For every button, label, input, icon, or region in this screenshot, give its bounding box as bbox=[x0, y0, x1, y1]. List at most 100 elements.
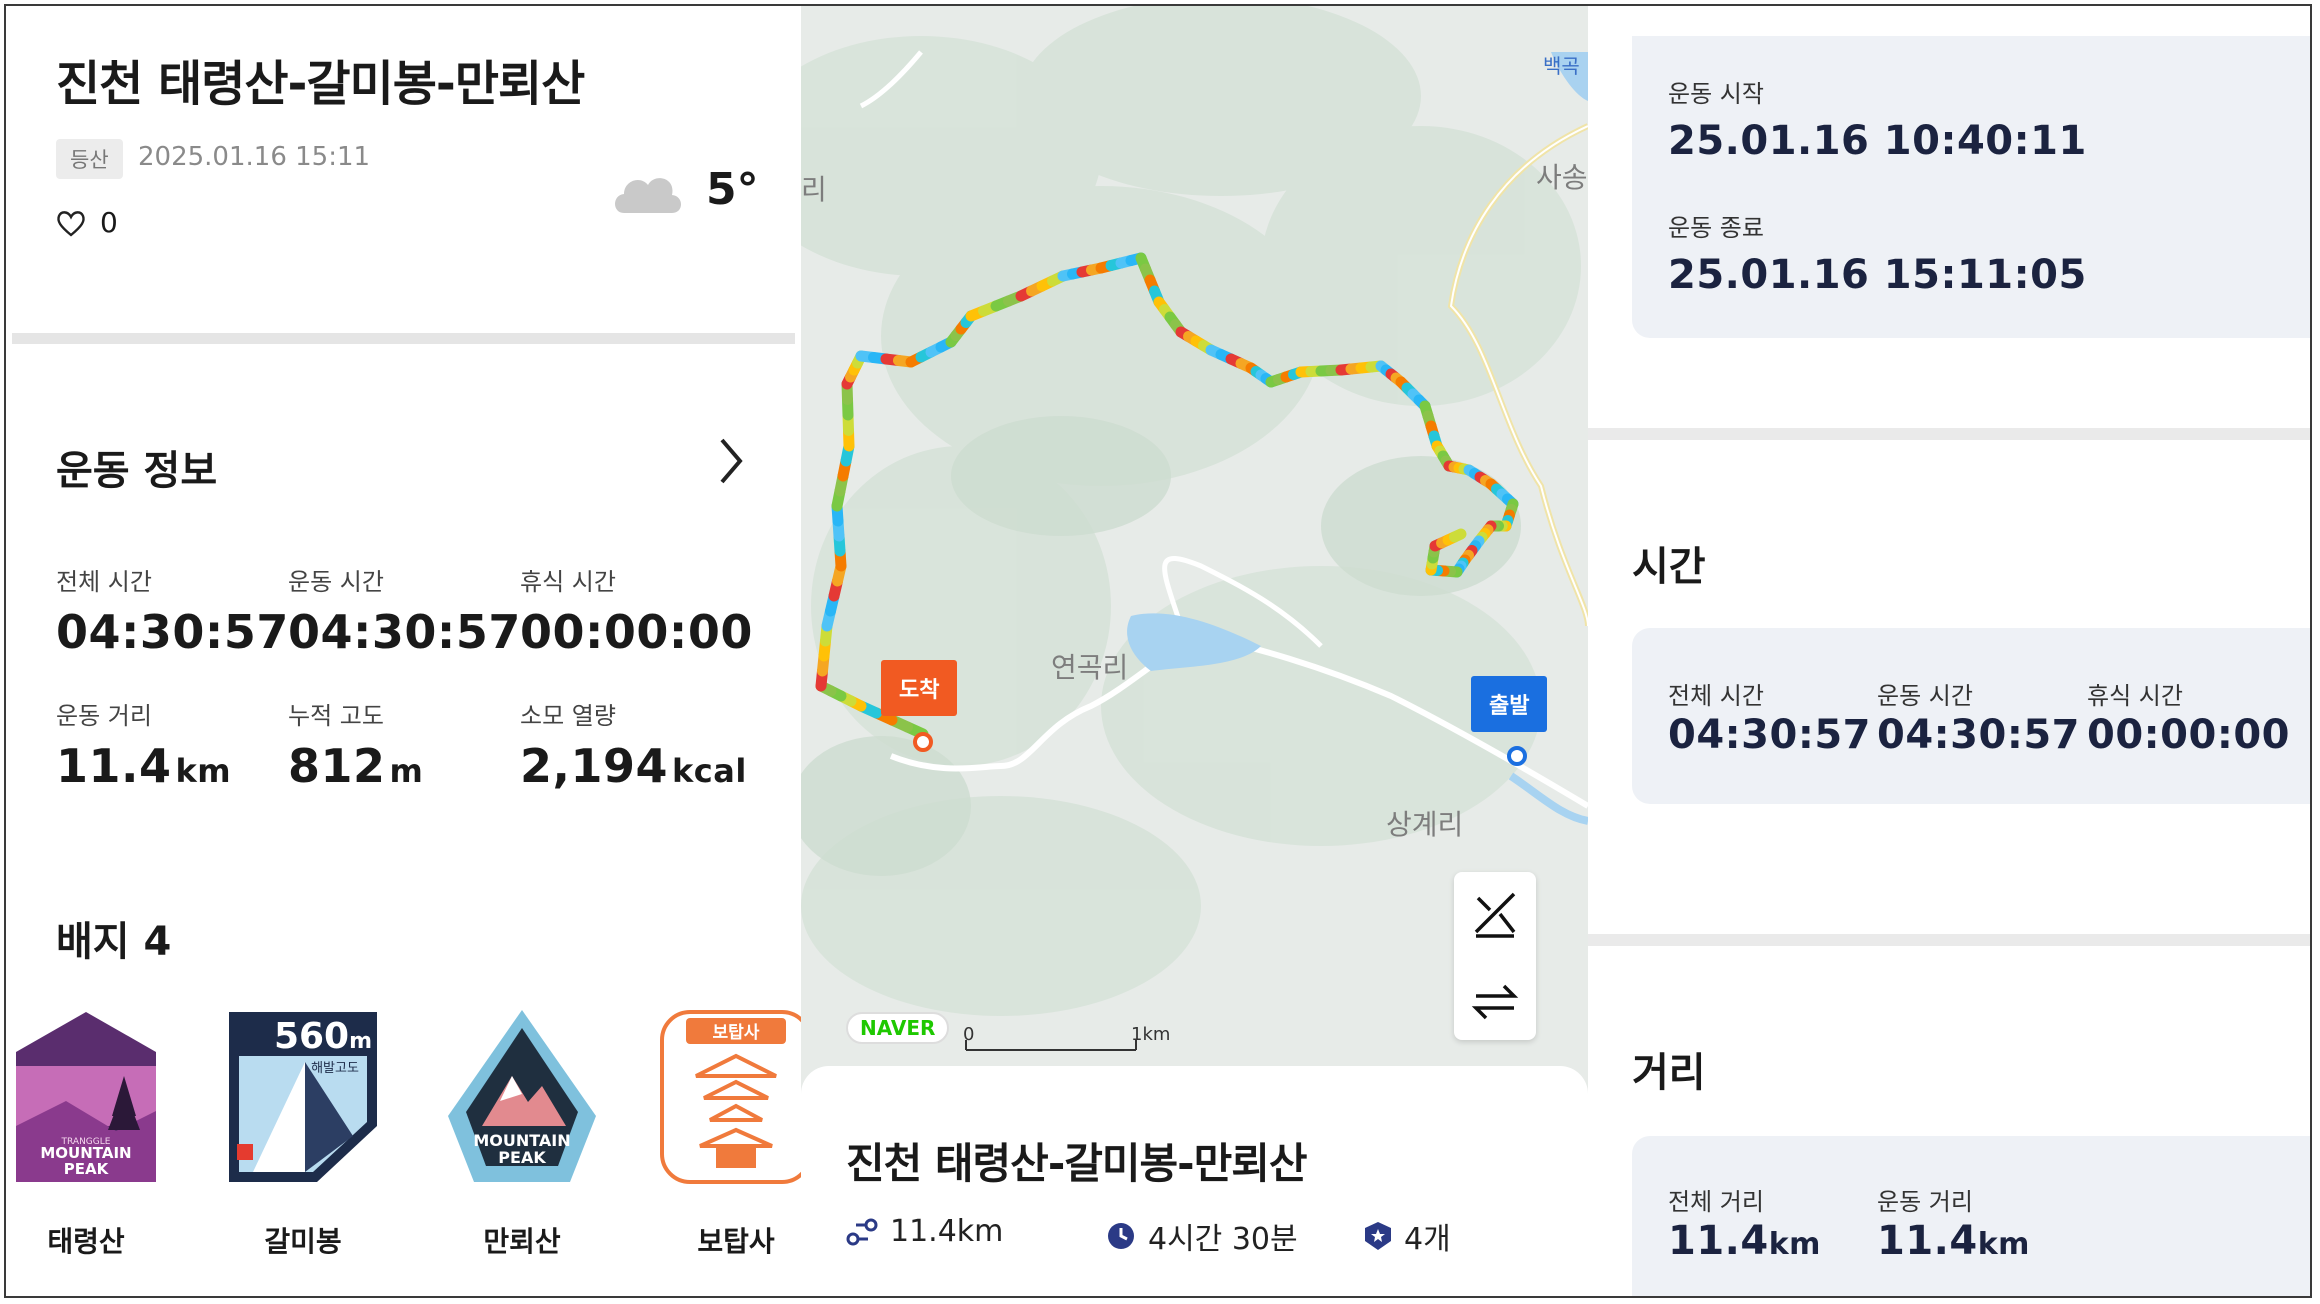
map-scale: 0 1km bbox=[963, 1024, 1170, 1045]
stat-label: 운동 거리 bbox=[56, 702, 152, 730]
badge-name: 갈미봉 bbox=[264, 1225, 342, 1258]
place-label: 사송 bbox=[1536, 161, 1588, 194]
start-pin[interactable]: 출발 bbox=[1471, 676, 1548, 732]
end-point-marker bbox=[913, 732, 933, 752]
place-label: 백곡 bbox=[1543, 54, 1580, 78]
end-label: 운동 종료 bbox=[1668, 214, 1764, 242]
route-duration: 4시간 30분 bbox=[1106, 1214, 1298, 1258]
badge-text: 해발고도 bbox=[311, 1061, 359, 1076]
like-button[interactable]: 0 bbox=[56, 206, 118, 239]
stat-calories: 소모 열량 2,194 kcal bbox=[520, 696, 747, 793]
swap-direction-icon[interactable] bbox=[1454, 960, 1536, 1044]
time-total-label: 전체 시간 bbox=[1668, 682, 1764, 710]
like-count: 0 bbox=[100, 206, 118, 239]
route-badges-value: 4개 bbox=[1404, 1222, 1451, 1257]
chevron-right-icon[interactable] bbox=[716, 436, 746, 486]
dist-unit: km bbox=[1977, 1227, 2030, 1262]
stat-unit: kcal bbox=[672, 752, 747, 790]
elevation-toggle-icon[interactable] bbox=[1454, 872, 1536, 956]
time-rest-label: 휴식 시간 bbox=[2087, 682, 2183, 710]
distance-card: 전체 거리 11.4km 운동 거리 11.4km bbox=[1632, 1136, 2310, 1296]
place-label: 리 bbox=[801, 173, 827, 206]
scale-start: 0 bbox=[963, 1024, 975, 1045]
badge-text: PEAK bbox=[64, 1160, 110, 1178]
distance-section-title: 거리 bbox=[1632, 1050, 1706, 1096]
time-move-label: 운동 시간 bbox=[1877, 682, 1973, 710]
badge-galmibong[interactable]: 560m 해발고도 bbox=[223, 1006, 383, 1186]
time-move-value: 04:30:57 bbox=[1877, 712, 2080, 758]
stat-rest-time: 휴식 시간 00:00:00 bbox=[520, 562, 753, 659]
badge-height-unit: m bbox=[349, 1029, 372, 1054]
app-frame: 진천 태령산-갈미봉-만뢰산 등산 2025.01.16 15:11 0 5° … bbox=[4, 4, 2312, 1298]
badges-title: 배지 4 bbox=[56, 919, 172, 965]
stat-total-time: 전체 시간 04:30:57 bbox=[56, 562, 289, 659]
activity-summary-panel: 진천 태령산-갈미봉-만뢰산 등산 2025.01.16 15:11 0 5° … bbox=[6, 6, 801, 1296]
stat-unit: m bbox=[389, 752, 424, 790]
dist-total-label: 전체 거리 bbox=[1668, 1188, 1764, 1216]
weather-info: 5° bbox=[610, 164, 759, 215]
clock-icon bbox=[1108, 1223, 1134, 1249]
activity-title: 진천 태령산-갈미봉-만뢰산 bbox=[56, 56, 585, 112]
stat-value: 04:30:57 bbox=[56, 605, 289, 659]
start-value: 25.01.16 10:40:11 bbox=[1668, 118, 2087, 164]
stat-label: 운동 시간 bbox=[288, 568, 384, 596]
route-badges: 4개 bbox=[1364, 1214, 1451, 1258]
stat-value: 00:00:00 bbox=[520, 605, 753, 659]
start-label: 운동 시작 bbox=[1668, 80, 1764, 108]
place-label: 연곡리 bbox=[1051, 651, 1129, 684]
section-divider bbox=[1588, 934, 2310, 946]
badge-botapsa[interactable]: 보탑사 bbox=[656, 1006, 801, 1186]
naver-logo: NAVER bbox=[846, 1012, 950, 1044]
stat-value: 812 bbox=[288, 739, 386, 793]
scale-end: 1km bbox=[1131, 1024, 1171, 1045]
badge-text: 보탑사 bbox=[713, 1022, 760, 1043]
badge-text: PEAK bbox=[498, 1148, 546, 1167]
dist-move-label: 운동 거리 bbox=[1877, 1188, 1973, 1216]
end-pin[interactable]: 도착 bbox=[881, 660, 958, 716]
route-distance: 11.4km bbox=[846, 1214, 1003, 1249]
route-duration-value: 4시간 30분 bbox=[1148, 1222, 1298, 1257]
detail-panel: 운동 시작 25.01.16 10:40:11 운동 종료 25.01.16 1… bbox=[1588, 6, 2310, 1296]
start-end-card: 운동 시작 25.01.16 10:40:11 운동 종료 25.01.16 1… bbox=[1632, 36, 2310, 338]
badge-name: 태령산 bbox=[47, 1225, 125, 1258]
section-divider bbox=[12, 333, 795, 344]
temperature: 5° bbox=[706, 164, 759, 215]
heart-icon bbox=[57, 210, 85, 237]
route-summary-sheet[interactable]: 진천 태령산-갈미봉-만뢰산 11.4km 4시간 30분 4개 bbox=[801, 1066, 1588, 1296]
badge-height: 560 bbox=[274, 1016, 349, 1057]
stat-label: 누적 고도 bbox=[288, 702, 384, 730]
map-controls bbox=[1454, 872, 1536, 1040]
activity-date: 2025.01.16 15:11 bbox=[138, 142, 371, 172]
stat-label: 소모 열량 bbox=[520, 702, 616, 730]
activity-type-tag: 등산 bbox=[56, 139, 123, 179]
route-distance-value: 11.4km bbox=[890, 1214, 1004, 1249]
dist-unit: km bbox=[1768, 1227, 1821, 1262]
badge-icon bbox=[1365, 1222, 1391, 1250]
dist-total-value: 11.4 bbox=[1668, 1218, 1769, 1264]
stat-label: 휴식 시간 bbox=[520, 568, 616, 596]
stat-label: 전체 시간 bbox=[56, 568, 152, 596]
time-section-title: 시간 bbox=[1632, 544, 1706, 590]
dist-move-value: 11.4 bbox=[1877, 1218, 1978, 1264]
end-value: 25.01.16 15:11:05 bbox=[1668, 252, 2087, 298]
track-segment bbox=[1449, 528, 1467, 543]
stat-move-time: 운동 시간 04:30:57 bbox=[288, 562, 521, 659]
route-icon bbox=[846, 1218, 878, 1245]
stat-value: 2,194 bbox=[520, 739, 669, 793]
exercise-info-title: 운동 정보 bbox=[56, 448, 218, 494]
route-map[interactable]: 백곡 사송 리 연곡리 상계리 도착 출발 NAVER 0 1km 진천 태령산-… bbox=[801, 6, 1588, 1296]
stat-elevation: 누적 고도 812 m bbox=[288, 696, 423, 793]
route-title: 진천 태령산-갈미봉-만뢰산 bbox=[846, 1139, 1308, 1188]
time-card: 전체 시간 04:30:57 운동 시간 04:30:57 휴식 시간 00:0… bbox=[1632, 628, 2310, 804]
stat-distance: 운동 거리 11.4 km bbox=[56, 696, 231, 793]
section-divider bbox=[1588, 428, 2310, 440]
stat-unit: km bbox=[175, 752, 232, 790]
stat-value: 11.4 bbox=[56, 739, 172, 793]
badge-taeryeongsan[interactable]: TRANGGLE MOUNTAIN PEAK bbox=[6, 1006, 166, 1186]
start-point-marker bbox=[1507, 746, 1527, 766]
place-label: 상계리 bbox=[1386, 808, 1464, 841]
badge-name: 만뢰산 bbox=[483, 1225, 561, 1258]
badge-manroesan[interactable]: TRANGGLE MOUNTAIN PEAK bbox=[442, 1006, 602, 1186]
time-total-value: 04:30:57 bbox=[1668, 712, 1871, 758]
time-rest-value: 00:00:00 bbox=[2087, 712, 2290, 758]
